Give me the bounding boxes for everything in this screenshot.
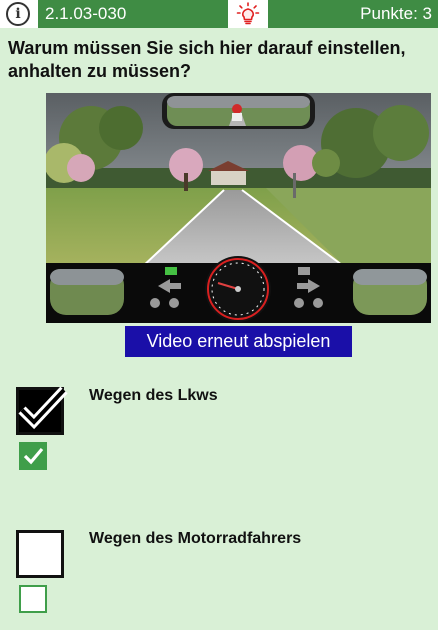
question-text: Warum müssen Sie sich hier darauf einste…: [8, 38, 406, 81]
video-scene[interactable]: [46, 93, 431, 323]
points-display: Punkte: 3: [268, 0, 438, 28]
hint-button[interactable]: [228, 0, 268, 28]
confirmation-checkbox[interactable]: [19, 442, 47, 470]
top-bar: i 2.1.03-030 Punkte: 3: [0, 0, 438, 28]
answer-checkbox[interactable]: [16, 386, 68, 435]
lightbulb-icon: [236, 2, 260, 25]
info-icon[interactable]: i: [6, 2, 30, 26]
replay-video-button[interactable]: Video erneut abspielen: [125, 326, 352, 357]
checkmark-icon: [18, 386, 68, 430]
answer-label: Wegen des Motorradfahrers: [89, 530, 302, 547]
answer-option-1: Wegen des Lkws: [0, 386, 438, 487]
answer-label: Wegen des Lkws: [89, 387, 218, 404]
question-id: 2.1.03-030: [38, 0, 228, 28]
confirmation-checkbox[interactable]: [19, 585, 47, 613]
answer-checkbox[interactable]: [16, 530, 64, 578]
checkmark-icon: [23, 447, 44, 465]
answer-option-2: Wegen des Motorradfahrers: [0, 530, 438, 620]
